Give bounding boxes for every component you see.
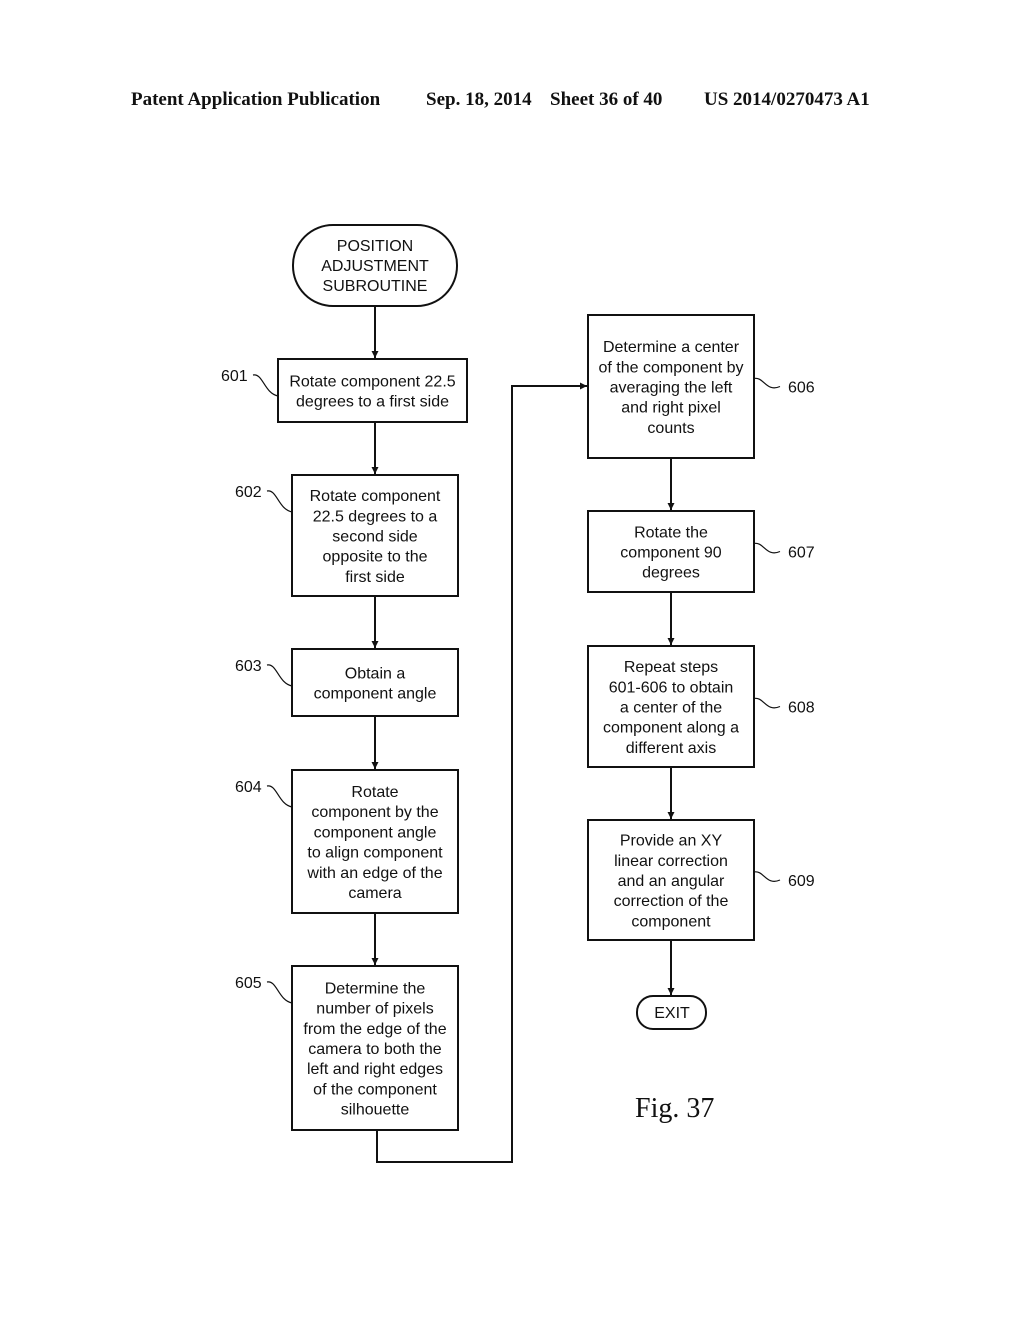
box-text-line: averaging the left (610, 380, 733, 397)
exit-terminator: EXIT (636, 995, 707, 1030)
box-text-line: with an edge of the (306, 865, 442, 882)
process-step-602: Rotate component 22.5 degrees to a second … (235, 474, 459, 597)
process-box (277, 358, 468, 423)
box-text-line: to align component (307, 845, 443, 862)
box-text-line: left and right edges (307, 1061, 443, 1078)
process-step-607: Rotate the component 90 degrees 607 (587, 510, 815, 593)
box-text-line: and right pixel (621, 400, 721, 417)
reference-numeral: 603 (235, 658, 262, 675)
process-step-604: Rotate component by the component angle to … (235, 769, 459, 914)
reference-leader-line (753, 542, 781, 554)
box-text-line: Provide an XY (620, 833, 723, 850)
reference-leader-line (753, 377, 781, 389)
reference-leader-line (266, 664, 293, 687)
box-text-line: of the component (313, 1081, 437, 1098)
box-text-line: component 90 (620, 545, 722, 562)
process-step-609: Provide an XY linear correction and an ang… (587, 819, 815, 941)
box-text-line: component angle (314, 824, 437, 841)
start-label: POSITION ADJUSTMENT SUBROUTINE (321, 238, 429, 295)
box-text-line: SUBROUTINE (323, 278, 428, 295)
flowchart: POSITION ADJUSTMENT SUBROUTINE Rotate comp… (221, 224, 815, 1163)
box-text-line: first side (345, 569, 405, 586)
reference-numeral: 601 (221, 368, 248, 385)
box-text-line: Rotate component 22.5 (289, 373, 455, 390)
box-text-line: correction of the (614, 893, 729, 910)
reference-numeral: 605 (235, 975, 262, 992)
box-text-line: Rotate (351, 784, 398, 801)
box-text-line: Determine a center (603, 339, 740, 356)
figure-label: Fig. 37 (635, 1093, 714, 1124)
box-text-line: component along a (603, 720, 739, 737)
reference-numeral: 609 (788, 873, 815, 890)
box-text-line: from the edge of the (303, 1021, 446, 1038)
box-text-line: and an angular (618, 873, 725, 890)
box-text-line: degrees (642, 565, 700, 582)
box-text-line: different axis (626, 740, 716, 757)
box-text-line: degrees to a first side (296, 394, 449, 411)
box-text-line: ADJUSTMENT (321, 258, 429, 275)
box-text-line: POSITION (337, 238, 413, 255)
box-text-line: 22.5 degrees to a (313, 508, 438, 525)
box-text-line: second side (332, 529, 417, 546)
exit-label: EXIT (654, 1005, 690, 1022)
box-text-line: EXIT (654, 1005, 690, 1022)
box-text-line: counts (647, 420, 694, 437)
box-text-line: Determine the (325, 980, 426, 997)
reference-numeral: 608 (788, 700, 815, 717)
box-text-line: component by the (311, 804, 438, 821)
box-text-line: component (631, 913, 711, 930)
process-box-text: Determine the number of pixels from the ed… (303, 980, 446, 1118)
process-step-603: Obtain a component angle 603 (235, 648, 459, 717)
reference-numeral: 606 (788, 380, 815, 397)
process-step-606: Determine a center of the component by ave… (587, 314, 815, 459)
process-step-601: Rotate component 22.5 degrees to a first … (221, 358, 468, 423)
process-step-608: Repeat steps 601-606 to obtain a center of… (587, 645, 815, 768)
box-text-line: a center of the (620, 700, 722, 717)
reference-numeral: 604 (235, 779, 262, 796)
box-text-line: of the component by (599, 359, 744, 376)
box-text-line: Rotate the (634, 524, 708, 541)
reference-leader-line (252, 374, 279, 397)
box-text-line: component angle (314, 686, 437, 703)
box-text-line: camera (348, 885, 401, 902)
process-step-605: Determine the number of pixels from the ed… (235, 965, 459, 1131)
start-terminator: POSITION ADJUSTMENT SUBROUTINE (292, 224, 458, 307)
reference-leader-line (266, 785, 293, 808)
box-text-line: number of pixels (316, 1001, 433, 1018)
box-text-line: Rotate component (310, 488, 441, 505)
box-text-line: Obtain a (345, 665, 406, 682)
box-text-line: opposite to the (323, 549, 428, 566)
reference-numeral: 607 (788, 545, 815, 562)
reference-leader-line (753, 871, 781, 882)
box-text-line: 601-606 to obtain (609, 679, 734, 696)
reference-leader-line (266, 981, 293, 1004)
process-box (291, 648, 459, 717)
box-text-line: silhouette (341, 1102, 410, 1119)
reference-leader-line (266, 490, 293, 513)
reference-numeral: 602 (235, 484, 262, 501)
box-text-line: Repeat steps (624, 659, 718, 676)
box-text-line: camera to both the (308, 1041, 442, 1058)
reference-leader-line (753, 697, 781, 709)
box-text-line: linear correction (614, 853, 728, 870)
